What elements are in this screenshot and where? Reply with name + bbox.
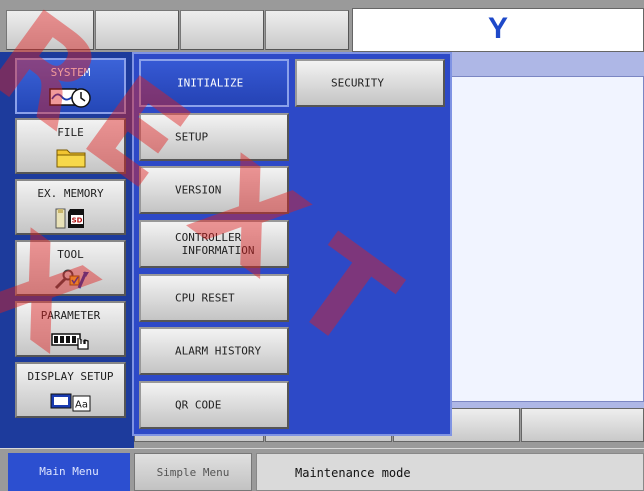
mode-status-text: Maintenance mode xyxy=(256,453,644,491)
parameter-hand-icon xyxy=(50,333,89,350)
top-button-2[interactable] xyxy=(95,10,179,50)
submenu-item-label: ALARM HISTORY xyxy=(175,344,262,358)
submenu-item-label: VERSION xyxy=(175,183,222,197)
submenu-item-qr-code[interactable]: QR CODE xyxy=(139,381,289,429)
svg-text:SD: SD xyxy=(71,217,82,225)
submenu-item-setup[interactable]: SETUP xyxy=(139,113,289,161)
sd-card-icon: SD xyxy=(55,208,84,229)
submenu-item-cpu-reset[interactable]: CPU RESET xyxy=(139,274,289,322)
top-button-4[interactable] xyxy=(265,10,349,50)
submenu-item-label: SECURITY xyxy=(331,76,384,90)
submenu-item-initialize[interactable]: INITIALIZE xyxy=(139,59,289,107)
top-button-1[interactable] xyxy=(6,10,94,50)
svg-text:Aa: Aa xyxy=(75,400,88,411)
menu-item-file[interactable]: FILE xyxy=(15,118,126,174)
status-bar: Main Menu Simple Menu Maintenance mode xyxy=(0,449,644,491)
system-submenu: INITIALIZE SETUP VERSION CONTROLLER INFO… xyxy=(132,52,452,436)
submenu-item-label: SETUP xyxy=(175,130,209,144)
menu-item-display-setup[interactable]: DISPLAY SETUP Aa xyxy=(15,362,126,418)
tool-icon xyxy=(54,269,89,290)
main-menu-column: SYSTEM FILE EX. MEMORY SD TOOL PARAMETER… xyxy=(0,52,134,448)
simple-menu-tab[interactable]: Simple Menu xyxy=(134,453,252,491)
title-box: Y xyxy=(352,8,644,52)
submenu-item-label: CPU RESET xyxy=(175,291,235,305)
menu-item-label: EX. MEMORY xyxy=(37,187,104,200)
brand-logo: Y xyxy=(487,12,508,45)
main-content-area xyxy=(446,52,644,408)
main-menu-tab[interactable]: Main Menu xyxy=(8,453,130,491)
submenu-item-label: INITIALIZE xyxy=(177,76,244,90)
top-button-3[interactable] xyxy=(180,10,264,50)
folder-icon xyxy=(56,149,85,168)
menu-item-system[interactable]: SYSTEM xyxy=(15,58,126,114)
display-setup-icon: Aa xyxy=(50,393,90,412)
menu-item-ex-memory[interactable]: EX. MEMORY SD xyxy=(15,179,126,235)
submenu-item-label: CONTROLLER INFORMATION xyxy=(175,231,255,257)
menu-item-label: PARAMETER xyxy=(40,309,101,322)
submenu-item-label: QR CODE xyxy=(175,398,222,412)
menu-item-tool[interactable]: TOOL xyxy=(15,240,126,296)
main-content-panel xyxy=(450,76,644,402)
submenu-item-version[interactable]: VERSION xyxy=(139,166,289,214)
submenu-item-alarm-history[interactable]: ALARM HISTORY xyxy=(139,327,289,375)
menu-item-parameter[interactable]: PARAMETER xyxy=(15,301,126,357)
menu-item-label: TOOL xyxy=(57,248,84,261)
menu-item-label: DISPLAY SETUP xyxy=(27,370,114,383)
system-clock-icon xyxy=(48,88,91,108)
menu-item-label: SYSTEM xyxy=(50,66,91,79)
menu-item-label: FILE xyxy=(57,126,84,139)
submenu-item-controller-information[interactable]: CONTROLLER INFORMATION xyxy=(139,220,289,268)
top-bar: Y xyxy=(0,0,644,52)
function-key-4[interactable] xyxy=(521,408,644,442)
submenu-item-security[interactable]: SECURITY xyxy=(295,59,445,107)
